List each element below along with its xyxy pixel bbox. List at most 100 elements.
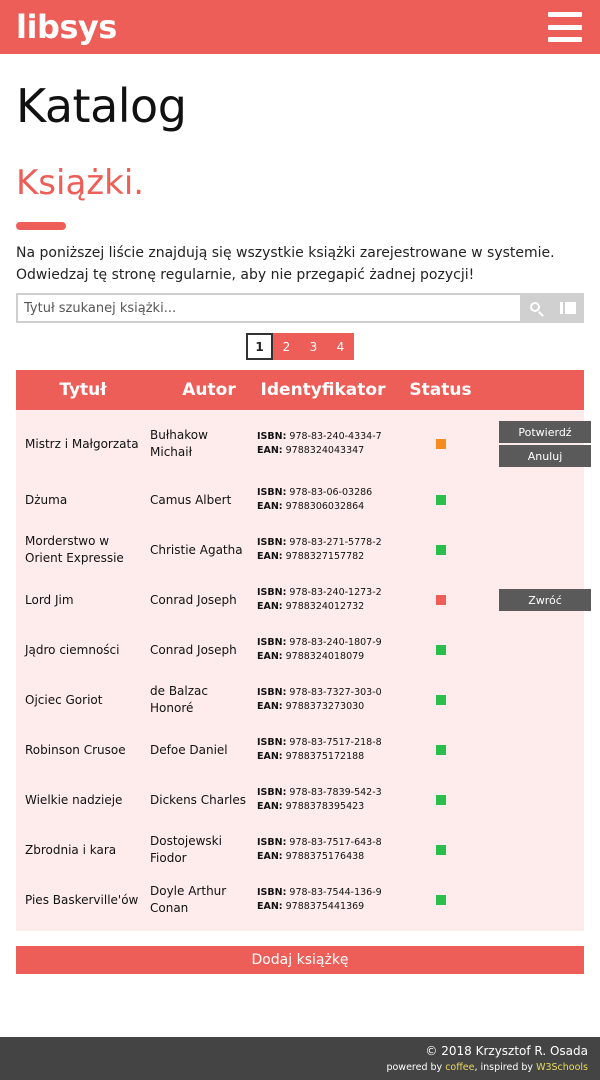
table-row: Jądro ciemności Conrad Joseph ISBN: 978-83… (16, 625, 584, 675)
book-title: Ojciec Goriot (25, 692, 103, 707)
book-identifier: ISBN: 978-83-7517-218-8 EAN: 978837517218… (248, 736, 398, 764)
status-indicator-pending (435, 439, 446, 449)
status-indicator-available (435, 545, 446, 555)
ean-value: 9788324043347 (285, 445, 365, 456)
status-cell (398, 745, 483, 755)
title-accent-bar (16, 222, 66, 230)
status-cell (398, 595, 483, 605)
column-header-identifier[interactable]: Identyfikator (248, 380, 398, 400)
footer-copyright: © 2018 Krzysztof R. Osada (425, 1044, 588, 1058)
page-title: Katalog (16, 79, 187, 133)
column-header-title[interactable]: Tytuł (16, 380, 150, 400)
table-row: Pies Baskerville'ów Doyle Arthur Conan ISB… (16, 875, 584, 925)
action-button-cancel[interactable]: Anuluj (499, 445, 591, 467)
book-author: Dostojewski Fiodor (150, 834, 222, 865)
ean-value: 9788327157782 (285, 551, 365, 562)
isbn-value: 978-83-240-1273-2 (289, 587, 382, 598)
status-cell (398, 495, 483, 505)
column-header-status[interactable]: Status (398, 380, 483, 400)
book-title: Morderstwo w Orient Expressie (25, 534, 124, 565)
isbn-label: ISBN: (257, 587, 287, 598)
search-bar (16, 293, 584, 323)
page-button-2[interactable]: 2 (273, 333, 300, 360)
book-author: Defoe Daniel (150, 742, 228, 757)
book-identifier: ISBN: 978-83-7839-542-3 EAN: 978837839542… (248, 786, 398, 814)
section-title: Książki. (16, 163, 145, 203)
hamburger-menu-icon[interactable] (548, 12, 582, 42)
coffee-link[interactable]: coffee (445, 1062, 474, 1073)
search-button[interactable] (520, 293, 552, 323)
table-header: Tytuł Autor Identyfikator Status (16, 370, 584, 410)
book-identifier: ISBN: 978-83-240-4334-7 EAN: 978832404334… (248, 430, 398, 458)
isbn-label: ISBN: (257, 637, 287, 648)
book-title: Dżuma (25, 492, 68, 507)
table-row: Morderstwo w Orient Expressie Christie Ag… (16, 525, 584, 575)
isbn-label: ISBN: (257, 737, 287, 748)
ean-value: 9788375176438 (285, 851, 365, 862)
book-identifier: ISBN: 978-83-7544-136-9 EAN: 978837544136… (248, 886, 398, 914)
status-cell (398, 695, 483, 705)
app-logo[interactable]: libsys (16, 0, 117, 54)
book-identifier: ISBN: 978-83-7327-303-0 EAN: 978837327303… (248, 686, 398, 714)
add-book-button[interactable]: Dodaj książkę (16, 946, 584, 974)
table-row: Zbrodnia i kara Dostojewski Fiodor ISBN: 9… (16, 825, 584, 875)
book-title: Lord Jim (25, 592, 74, 607)
isbn-label: ISBN: (257, 687, 287, 698)
pagination: 1234 (16, 333, 584, 360)
status-cell (398, 545, 483, 555)
isbn-value: 978-83-7517-218-8 (289, 737, 382, 748)
ean-label: EAN: (257, 551, 283, 562)
books-table: Tytuł Autor Identyfikator Status Mistrz … (16, 370, 591, 931)
page-button-3[interactable]: 3 (300, 333, 327, 360)
isbn-label: ISBN: (257, 537, 287, 548)
w3schools-link[interactable]: W3Schools (536, 1062, 588, 1073)
page-button-4[interactable]: 4 (327, 333, 354, 360)
search-input[interactable] (16, 293, 520, 323)
isbn-value: 978-83-240-4334-7 (289, 431, 382, 442)
book-author: Dickens Charles (150, 792, 246, 807)
menu-icon-line (548, 24, 582, 30)
status-cell (398, 645, 483, 655)
table-row: Lord Jim Conrad Joseph ISBN: 978-83-240-12… (16, 575, 591, 625)
ean-label: EAN: (257, 751, 283, 762)
isbn-label: ISBN: (257, 487, 287, 498)
book-author: Conrad Joseph (150, 642, 237, 657)
book-identifier: ISBN: 978-83-240-1807-9 EAN: 978832401807… (248, 636, 398, 664)
column-header-author[interactable]: Autor (150, 380, 248, 400)
ean-label: EAN: (257, 851, 283, 862)
status-indicator-available (435, 745, 446, 755)
ean-value: 9788324012732 (285, 601, 365, 612)
book-author: Bułhakow Michaił (150, 428, 208, 459)
library-card-button[interactable] (552, 293, 584, 323)
footer-credits: powered by coffee, inspired by W3Schools (0, 1060, 588, 1075)
book-author: de Balzac Honoré (150, 684, 208, 715)
ean-label: EAN: (257, 601, 283, 612)
status-indicator-available (435, 895, 446, 905)
book-title: Zbrodnia i kara (25, 842, 117, 857)
page-button-1[interactable]: 1 (246, 333, 273, 360)
inspired-by-text: , inspired by (474, 1062, 537, 1073)
status-indicator-available (435, 495, 446, 505)
ean-label: EAN: (257, 445, 283, 456)
book-identifier: ISBN: 978-83-271-5778-2 EAN: 978832715778… (248, 536, 398, 564)
isbn-value: 978-83-240-1807-9 (289, 637, 382, 648)
book-title: Wielkie nadzieje (25, 792, 123, 807)
ean-label: EAN: (257, 801, 283, 812)
isbn-value: 978-83-06-03286 (289, 487, 373, 498)
top-bar: libsys (0, 0, 600, 54)
table-row: Robinson Crusoe Defoe Daniel ISBN: 978-83-… (16, 725, 584, 775)
isbn-label: ISBN: (257, 787, 287, 798)
book-title: Mistrz i Małgorzata (25, 436, 139, 451)
ean-label: EAN: (257, 651, 283, 662)
status-cell (398, 795, 483, 805)
action-button-confirm[interactable]: Potwierdź (499, 421, 591, 443)
intro-text: Na poniższej liście znajdują się wszystk… (16, 245, 555, 283)
action-button-return[interactable]: Zwróć (499, 589, 591, 611)
status-indicator-available (435, 695, 446, 705)
isbn-label: ISBN: (257, 887, 287, 898)
ean-value: 9788324018079 (285, 651, 365, 662)
ean-label: EAN: (257, 701, 283, 712)
book-author: Doyle Arthur Conan (150, 884, 227, 915)
isbn-label: ISBN: (257, 431, 287, 442)
menu-icon-line (548, 37, 582, 42)
